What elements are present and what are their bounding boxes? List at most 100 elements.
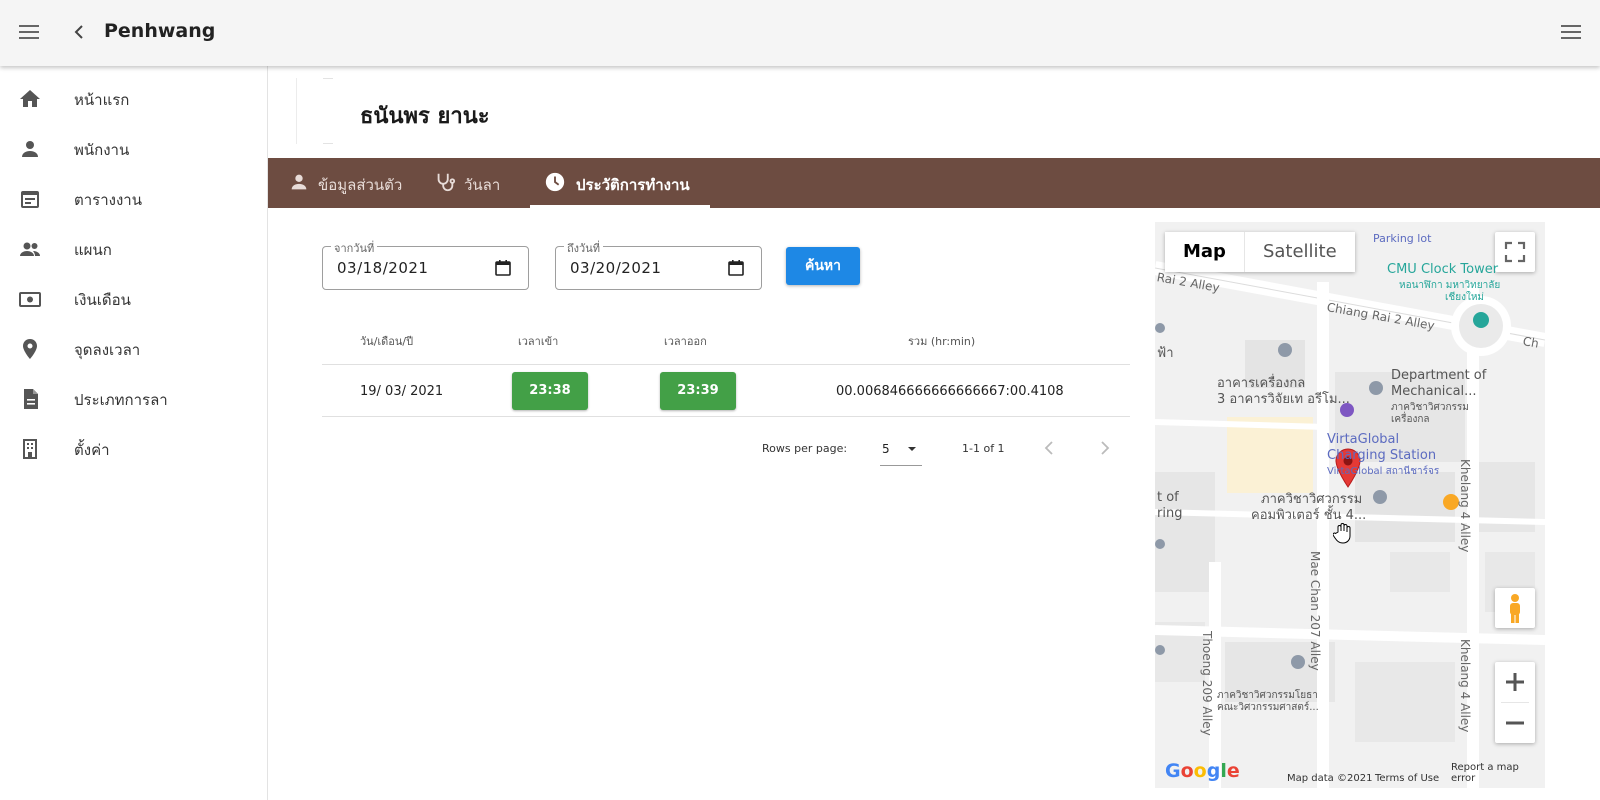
column-header-time-out: เวลาออก [664, 335, 707, 348]
previous-page-icon[interactable] [1040, 438, 1060, 458]
map-label-dept-mech-th2: เครื่องกล [1391, 414, 1430, 425]
map-label-dept-mech-2: Mechanical... [1391, 384, 1477, 399]
search-button[interactable]: ค้นหา [786, 247, 860, 285]
map-label-khelang-4-alley: Khelang 4 Alley [1458, 459, 1472, 553]
sidebar-item-home[interactable]: หน้าแรก [0, 76, 268, 122]
map-label-fa: ฟ้า [1157, 346, 1174, 361]
rows-per-page-select[interactable]: 5 [880, 436, 922, 466]
person-icon [291, 174, 307, 190]
street-view-button[interactable] [1495, 588, 1535, 628]
map-label-parking: Parking lot [1373, 232, 1432, 245]
tab-work-history[interactable]: ประวัติการทำงาน [530, 158, 710, 208]
map-label-dept-mech: Department of [1391, 368, 1487, 383]
hand-cursor-icon [1333, 523, 1351, 544]
sidebar-item-label: เงินเดือน [74, 291, 131, 309]
rows-per-page-label: Rows per page: [762, 442, 848, 455]
map-label-mae-chan-207-alley: Mae Chan 207 Alley [1308, 551, 1322, 671]
menu-icon[interactable] [1560, 22, 1582, 42]
sidebar-item-schedule[interactable]: ตารางงาน [0, 176, 268, 222]
zoom-out-icon[interactable] [1495, 703, 1535, 743]
sidebar-item-salary[interactable]: เงินเดือน [0, 276, 268, 322]
terms-of-use-link[interactable]: Terms of Use [1375, 773, 1439, 784]
sidebar-item-label: ตั้งค่า [74, 441, 110, 459]
page-range: 1-1 of 1 [962, 442, 1005, 455]
sidebar-item-departments[interactable]: แผนก [0, 226, 268, 272]
tab-label: ประวัติการทำงาน [576, 176, 690, 194]
calendar-icon [21, 191, 39, 208]
sidebar-item-leave-types[interactable]: ประเภทการลา [0, 376, 268, 422]
stethoscope-icon [437, 173, 456, 192]
money-icon [19, 292, 41, 307]
sidebar-item-settings[interactable]: ตั้งค่า [0, 426, 268, 472]
from-date-field[interactable]: จากวันที่ 03/18/2021 [322, 239, 529, 290]
zoom-in-icon[interactable] [1495, 662, 1535, 702]
zoom-control [1495, 662, 1535, 743]
time-in-chip: 23:38 [512, 372, 588, 410]
people-icon [20, 242, 40, 256]
column-header-date: วัน/เดือน/ปี [360, 335, 414, 348]
person-icon [22, 141, 38, 157]
map-label-khelang-4-alley-2: Khelang 4 Alley [1458, 639, 1472, 733]
map-label-virta-th: VirtaGlobal สถานีชาร์จร [1327, 466, 1440, 477]
menu-icon[interactable] [18, 22, 40, 42]
map-type-control: Map Satellite [1165, 232, 1355, 272]
home-icon [20, 90, 40, 107]
calendar-icon[interactable] [727, 259, 745, 277]
map-type-map-button[interactable]: Map [1165, 232, 1244, 272]
from-date-value: 03/18/2021 [337, 259, 429, 277]
tab-label: วันลา [464, 176, 501, 194]
sidebar-item-label: ตารางงาน [74, 191, 142, 209]
sidebar-item-label: แผนก [74, 241, 112, 259]
report-map-error-link[interactable]: Report a map error [1451, 762, 1545, 784]
from-date-label: จากวันที่ [331, 239, 378, 257]
clock-icon [545, 172, 565, 192]
pegman-icon [1510, 594, 1520, 623]
to-date-field[interactable]: ถึงวันที่ 03/20/2021 [555, 239, 762, 290]
sidebar-item-employees[interactable]: พนักงาน [0, 126, 268, 172]
rows-per-page-value: 5 [882, 442, 890, 456]
employee-name: ธนันพร ยานะ [360, 104, 490, 129]
table-header-divider [322, 364, 1130, 365]
map-label-virta: VirtaGlobal [1327, 432, 1400, 447]
sidebar-item-label: พนักงาน [74, 141, 130, 159]
map[interactable]: Map Satellite Parking lot CMU Clock Towe… [1155, 222, 1545, 788]
app-bar: Penhwang [0, 0, 1600, 66]
calendar-icon[interactable] [494, 259, 512, 277]
map-label-building-th2: 3 อาคารวิจัยเท อรีโม... [1217, 392, 1350, 407]
sidebar: หน้าแรก พนักงาน ตารางงาน แผนก เงินเดือน … [0, 66, 268, 800]
column-header-total: รวม (hr:min) [908, 335, 976, 348]
map-label-ch: Ch [1521, 334, 1540, 351]
sidebar-item-label: หน้าแรก [74, 91, 130, 109]
dropdown-arrow-icon [908, 447, 916, 451]
back-chevron-icon[interactable] [72, 21, 86, 43]
app-title: Penhwang [104, 20, 216, 42]
map-label-thoeng-209-alley: Thoeng 209 Alley [1200, 631, 1214, 736]
fullscreen-icon [1504, 241, 1526, 263]
map-data-attribution: Map data ©2021 [1287, 773, 1373, 784]
time-out-chip: 23:39 [660, 372, 736, 410]
tab-bar: ข้อมูลส่วนตัว วันลา ประวัติการทำงาน [268, 158, 1600, 208]
google-logo: Google [1165, 760, 1240, 782]
map-type-satellite-button[interactable]: Satellite [1243, 232, 1355, 272]
column-header-time-in: เวลาเข้า [518, 335, 559, 348]
to-date-label: ถึงวันที่ [564, 239, 603, 257]
sidebar-item-checkpoints[interactable]: จุดลงเวลา [0, 326, 268, 372]
building-settings-icon [23, 439, 37, 459]
map-label-ring: ring [1157, 506, 1183, 521]
map-label-virta-2: Charging Station [1327, 448, 1437, 463]
tab-personal-info[interactable]: ข้อมูลส่วนตัว [278, 158, 418, 208]
map-label-clock-tower-th2: เชียงใหม่ [1445, 292, 1485, 303]
next-page-icon[interactable] [1094, 438, 1114, 458]
fullscreen-button[interactable] [1495, 232, 1535, 272]
document-icon [24, 389, 38, 409]
location-pin-icon [23, 339, 37, 359]
tab-leave[interactable]: วันลา [428, 158, 528, 208]
sidebar-item-label: จุดลงเวลา [74, 341, 141, 359]
sidebar-item-label: ประเภทการลา [74, 391, 168, 409]
map-label-clock-tower: CMU Clock Tower [1387, 262, 1499, 277]
table-row-divider [322, 416, 1130, 417]
to-date-value: 03/20/2021 [570, 259, 662, 277]
tab-label: ข้อมูลส่วนตัว [318, 176, 403, 194]
map-label-civil-th2: คณะวิศวกรรมศาสตร์... [1217, 702, 1319, 713]
employee-card-edge [296, 78, 336, 144]
